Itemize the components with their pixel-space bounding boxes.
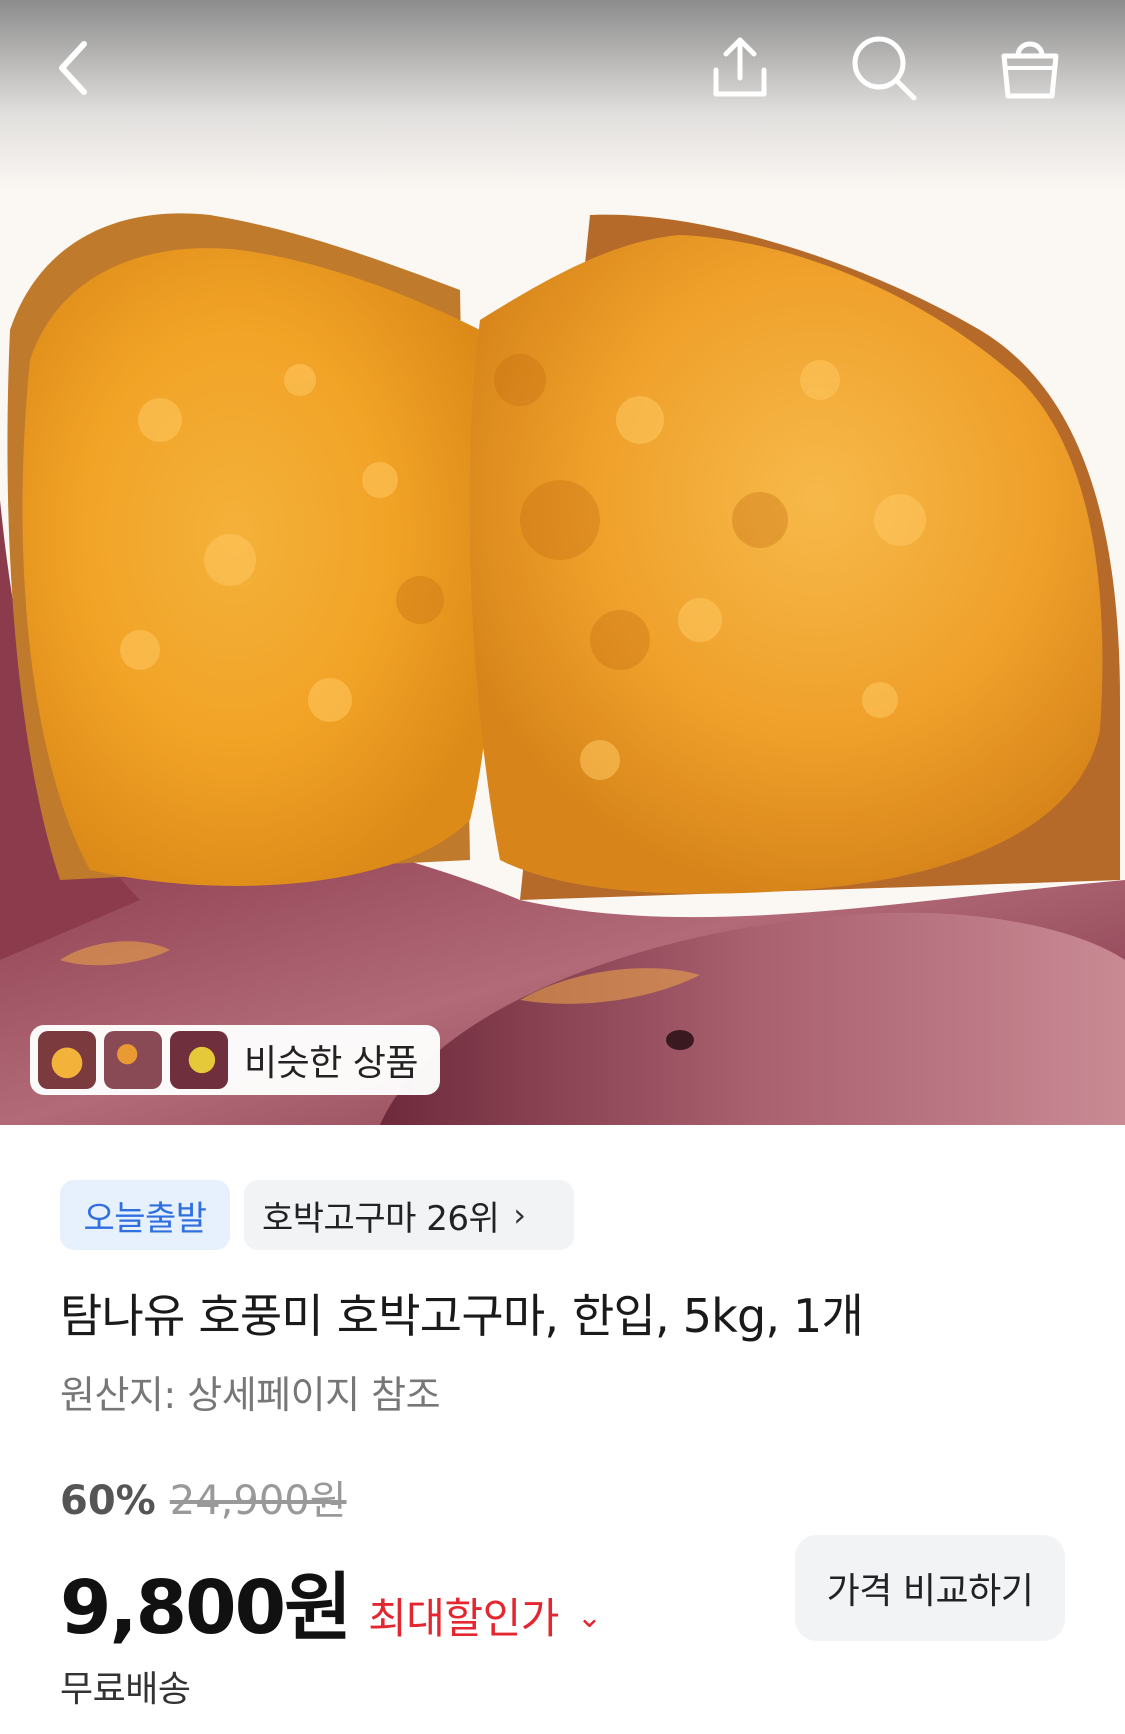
- sale-price: 9,800원: [60, 1565, 352, 1651]
- discount-percent: 60%: [60, 1478, 156, 1524]
- similar-product-thumbnail: [38, 1031, 96, 1089]
- shipping-info: 무료배송: [60, 1669, 191, 1710]
- price-row: 9,800원 최대할인가 ⌄: [60, 1548, 602, 1655]
- share-button[interactable]: [702, 30, 778, 106]
- original-price: 24,900원: [169, 1478, 347, 1524]
- max-discount-toggle[interactable]: 최대할인가: [368, 1585, 559, 1646]
- similar-products-label: 비슷한 상품: [244, 1043, 419, 1084]
- category-ranking-link[interactable]: 호박고구마 26위 ›: [244, 1180, 574, 1250]
- similar-product-thumbnail: [170, 1031, 228, 1089]
- product-title: 탐나유 호풍미 호박고구마, 한입, 5kg, 1개: [60, 1289, 864, 1343]
- search-icon: [852, 36, 917, 101]
- similar-products-button[interactable]: 비슷한 상품: [30, 1025, 440, 1095]
- shopping-bag-icon: [1001, 41, 1059, 99]
- product-origin: 원산지: 상세페이지 참조: [60, 1373, 441, 1417]
- chevron-left-icon: [59, 41, 87, 95]
- back-button[interactable]: [40, 30, 116, 106]
- top-navigation-bar: [0, 0, 1125, 140]
- category-ranking-label: 호박고구마 26위: [262, 1198, 500, 1239]
- cart-button[interactable]: [992, 30, 1068, 106]
- chevron-down-icon[interactable]: ⌄: [577, 1600, 602, 1635]
- discount-row: 60% 24,900원: [60, 1468, 347, 1526]
- today-departure-badge: 오늘출발: [60, 1180, 230, 1250]
- similar-product-thumbnail: [104, 1031, 162, 1089]
- price-compare-button[interactable]: 가격 비교하기: [795, 1535, 1065, 1641]
- product-image[interactable]: 비슷한 상품: [0, 0, 1125, 1125]
- product-badges: 오늘출발 호박고구마 26위 ›: [60, 1180, 574, 1250]
- chevron-right-icon: ›: [513, 1196, 526, 1234]
- share-icon: [713, 37, 767, 97]
- search-button[interactable]: [846, 30, 922, 106]
